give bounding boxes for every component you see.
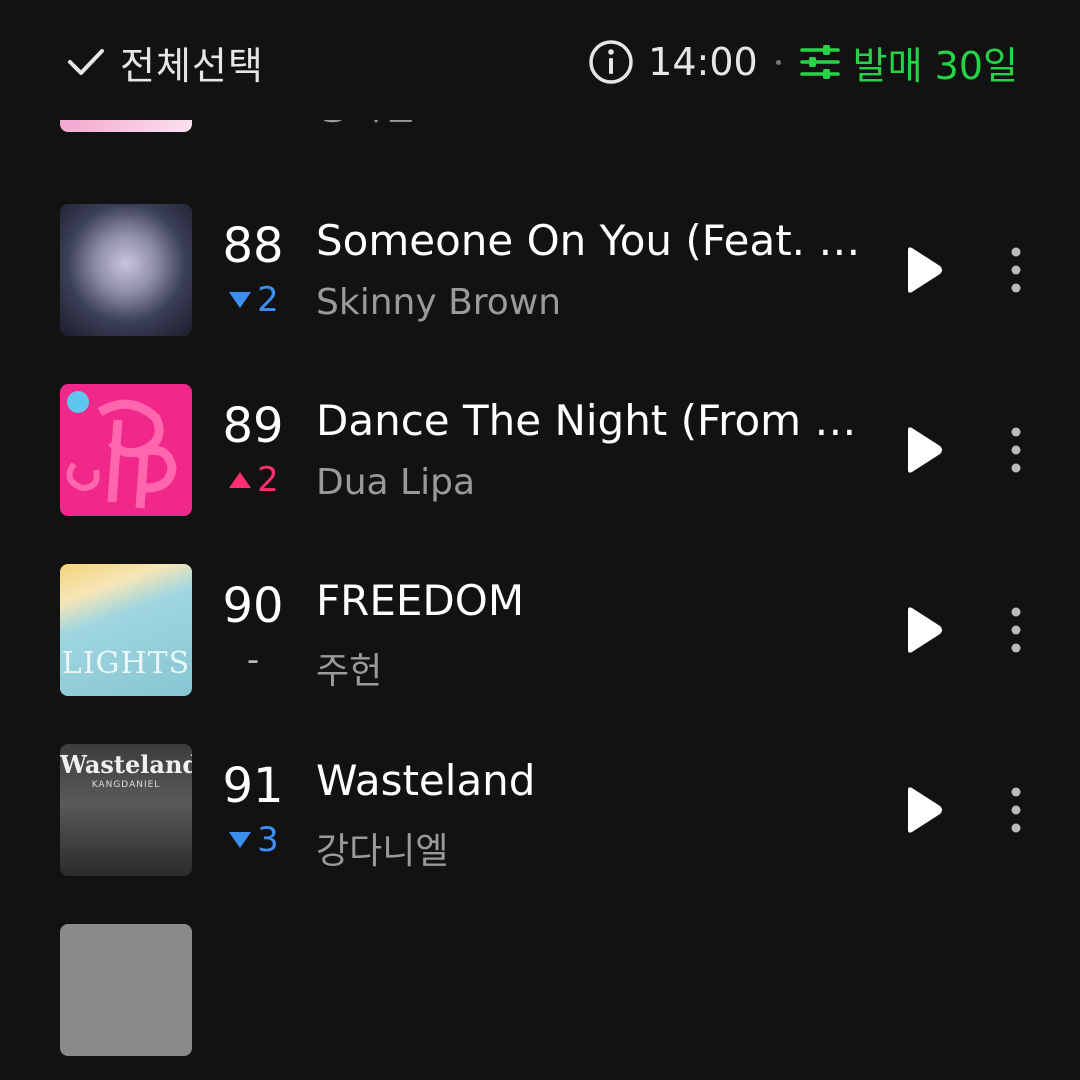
chart-toolbar: 전체선택 14:00 발매 30일 bbox=[0, 0, 1080, 120]
play-icon[interactable] bbox=[900, 424, 946, 476]
play-icon[interactable] bbox=[900, 784, 946, 836]
play-icon[interactable] bbox=[900, 604, 946, 656]
rank-number: 90 bbox=[222, 578, 284, 634]
table-row[interactable]: 89 2 Dance The Night (From B… Dua Lipa bbox=[0, 360, 1080, 540]
artist-name[interactable]: 주헌 bbox=[316, 642, 864, 694]
release-filter-label: 발매 30일 bbox=[852, 43, 1018, 88]
down-arrow-icon bbox=[229, 292, 252, 308]
album-cover[interactable]: LIGHTS bbox=[60, 564, 192, 696]
checkmark-icon bbox=[68, 49, 104, 75]
song-title[interactable]: Dance The Night (From B… bbox=[316, 396, 864, 445]
select-all-label: 전체선택 bbox=[120, 43, 264, 88]
table-row[interactable]: Wasteland KANGDANIEL 91 3 Wasteland 강다니엘 bbox=[0, 720, 1080, 900]
album-cover[interactable] bbox=[60, 924, 192, 1056]
rank-change: 2 bbox=[220, 460, 286, 500]
down-arrow-icon bbox=[229, 832, 252, 848]
album-cover[interactable] bbox=[60, 384, 192, 516]
separator-dot bbox=[775, 59, 781, 65]
song-title[interactable]: Wasteland bbox=[316, 756, 864, 805]
song-title[interactable]: Someone On You (Feat. K… bbox=[316, 216, 864, 265]
artist-name[interactable]: Dua Lipa bbox=[316, 462, 864, 503]
more-options-icon[interactable] bbox=[994, 604, 1038, 656]
rank-change: - bbox=[246, 640, 260, 680]
table-row[interactable]: LIGHTS 90 - FREEDOM 주헌 bbox=[0, 540, 1080, 720]
song-title[interactable]: FREEDOM bbox=[316, 576, 864, 625]
rank-number: 89 bbox=[222, 398, 284, 454]
artist-name[interactable]: 강다니엘 bbox=[316, 822, 864, 874]
select-all-button[interactable]: 전체선택 bbox=[66, 36, 264, 88]
table-row[interactable]: 88 2 Someone On You (Feat. K… Skinny Bro… bbox=[0, 180, 1080, 360]
rank-change: 3 bbox=[220, 820, 286, 860]
cover-title: LIGHTS bbox=[61, 646, 191, 681]
album-cover[interactable]: Wasteland KANGDANIEL bbox=[60, 744, 192, 876]
release-filter-button[interactable]: 발매 30일 bbox=[799, 35, 1018, 90]
rank-change: 2 bbox=[220, 280, 286, 320]
rank-number: 91 bbox=[222, 758, 284, 814]
cover-title: Wasteland bbox=[60, 750, 192, 779]
album-cover[interactable] bbox=[60, 204, 192, 336]
table-row[interactable] bbox=[0, 900, 1080, 1080]
rank-number: 88 bbox=[222, 218, 284, 274]
filter-sliders-icon bbox=[799, 45, 840, 79]
more-options-icon[interactable] bbox=[994, 244, 1038, 296]
up-arrow-icon bbox=[229, 472, 252, 488]
chart-time: 14:00 bbox=[648, 40, 758, 84]
chart-list: 2 황지일 88 2 Someone On You (Feat. K… Skin… bbox=[0, 0, 1080, 1056]
pink-monogram-art bbox=[66, 391, 177, 509]
cover-subtitle: KANGDANIEL bbox=[91, 780, 161, 790]
info-icon[interactable] bbox=[588, 39, 634, 85]
artist-name[interactable]: Skinny Brown bbox=[316, 282, 864, 323]
more-options-icon[interactable] bbox=[994, 784, 1038, 836]
play-icon[interactable] bbox=[900, 244, 946, 296]
more-options-icon[interactable] bbox=[994, 424, 1038, 476]
header-right-group: 14:00 발매 30일 bbox=[588, 36, 1018, 88]
